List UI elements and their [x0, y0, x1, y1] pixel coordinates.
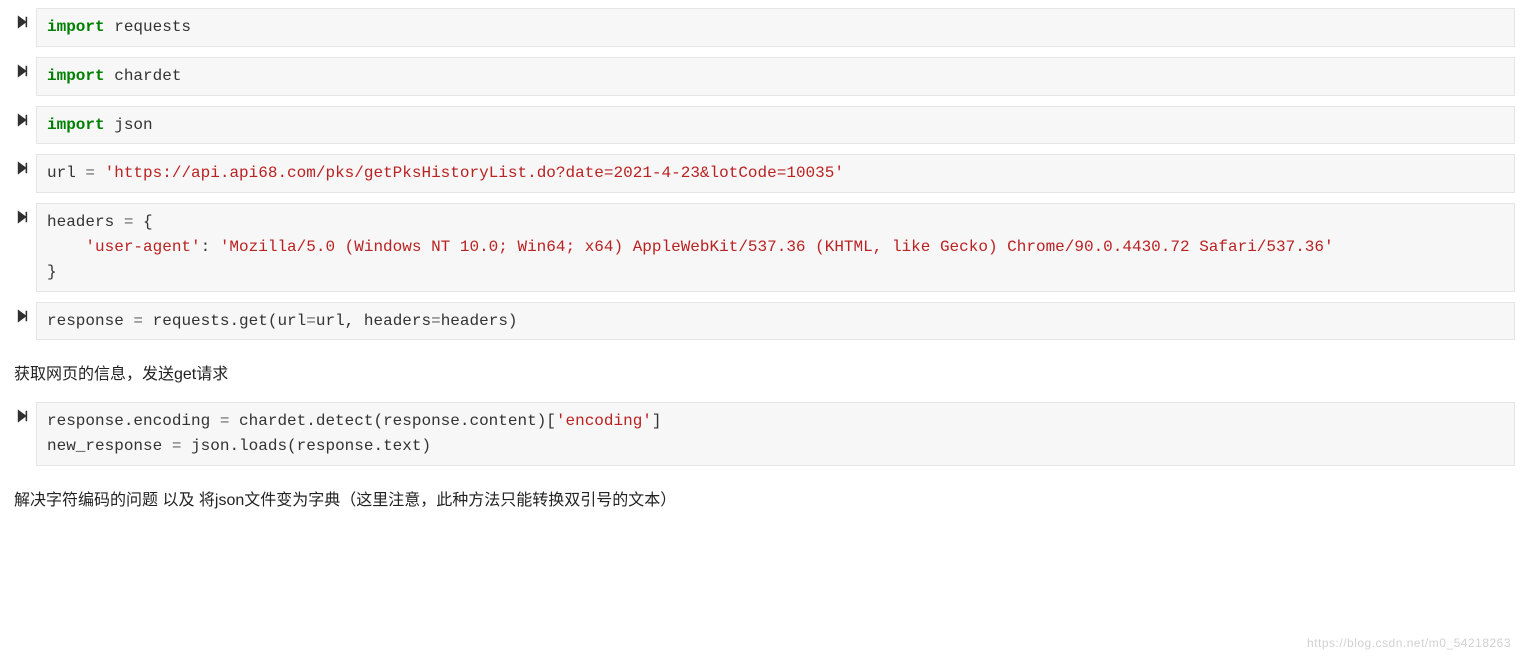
run-cell-icon[interactable]: [8, 203, 36, 227]
run-cell-icon[interactable]: [8, 8, 36, 32]
code-cell: import json: [8, 106, 1515, 145]
run-cell-icon[interactable]: [8, 57, 36, 81]
code-input[interactable]: response.encoding = chardet.detect(respo…: [36, 402, 1515, 466]
markdown-text: 获取网页的信息，发送get请求: [8, 350, 1515, 402]
code-cell: url = 'https://api.api68.com/pks/getPksH…: [8, 154, 1515, 193]
code-input[interactable]: import chardet: [36, 57, 1515, 96]
code-cell: import chardet: [8, 57, 1515, 96]
code-cell: import requests: [8, 8, 1515, 47]
code-cell: response = requests.get(url=url, headers…: [8, 302, 1515, 341]
code-input[interactable]: headers = { 'user-agent': 'Mozilla/5.0 (…: [36, 203, 1515, 291]
run-cell-icon[interactable]: [8, 106, 36, 130]
code-input[interactable]: response = requests.get(url=url, headers…: [36, 302, 1515, 341]
code-input[interactable]: import requests: [36, 8, 1515, 47]
code-input[interactable]: import json: [36, 106, 1515, 145]
watermark-text: https://blog.csdn.net/m0_54218263: [1307, 636, 1511, 650]
markdown-text: 解决字符编码的问题 以及 将json文件变为字典（这里注意，此种方法只能转换双引…: [8, 476, 1515, 528]
code-cell: response.encoding = chardet.detect(respo…: [8, 402, 1515, 466]
code-input[interactable]: url = 'https://api.api68.com/pks/getPksH…: [36, 154, 1515, 193]
code-cell: headers = { 'user-agent': 'Mozilla/5.0 (…: [8, 203, 1515, 291]
run-cell-icon[interactable]: [8, 402, 36, 426]
run-cell-icon[interactable]: [8, 154, 36, 178]
run-cell-icon[interactable]: [8, 302, 36, 326]
